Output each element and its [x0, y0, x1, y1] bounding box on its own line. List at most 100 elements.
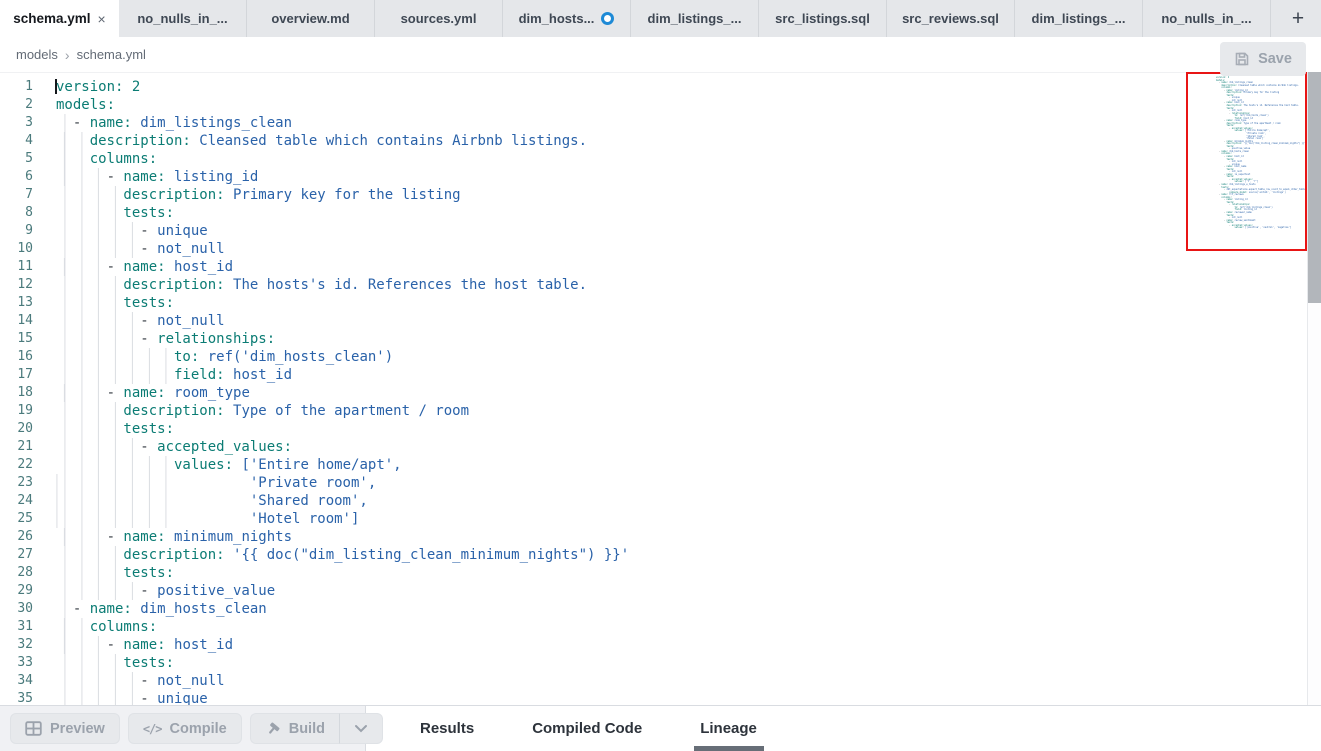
code-line[interactable]: 15- relationships: — [0, 330, 1321, 348]
code-line[interactable]: 11- name: host_id — [0, 258, 1321, 276]
editor-tab[interactable]: src_listings.sql — [759, 0, 887, 37]
code-line[interactable]: 27description: '{{ doc("dim_listing_clea… — [0, 546, 1321, 564]
minimap[interactable]: version: 2models:- name: dim_listings_cl… — [1186, 72, 1307, 251]
code-line[interactable]: 33 tests: — [0, 654, 1321, 672]
code-line[interactable]: 14- not_null — [0, 312, 1321, 330]
build-button[interactable]: Build — [250, 713, 339, 744]
panel-tab-lineage[interactable]: Lineage — [688, 706, 769, 751]
code-line[interactable]: 28tests: — [0, 564, 1321, 582]
code-text: description: Cleansed table which contai… — [56, 132, 587, 150]
yaml-value: The hosts's id. References the host tabl… — [233, 277, 587, 293]
editor-tab[interactable]: no_nulls_in_... — [119, 0, 247, 37]
editor-tab[interactable]: dim_listings_... — [631, 0, 759, 37]
save-button[interactable]: Save — [1220, 42, 1306, 76]
code-line[interactable]: 25'Hotel room'] — [0, 510, 1321, 528]
code-line[interactable]: 23'Private room', — [0, 474, 1321, 492]
code-line[interactable]: 7description: Primary key for the listin… — [0, 186, 1321, 204]
editor-tab[interactable]: no_nulls_in_... — [1143, 0, 1271, 37]
yaml-value: 'Private room', — [250, 475, 376, 491]
breadcrumb-folder[interactable]: models — [16, 47, 58, 62]
tab-label: schema.yml — [13, 11, 90, 26]
chevron-right-icon: › — [65, 47, 70, 63]
code-line[interactable]: 29- positive_value — [0, 582, 1321, 600]
editor-tab[interactable]: schema.yml × — [0, 0, 119, 37]
indent-guides — [56, 330, 140, 348]
yaml-key: description: — [123, 277, 224, 293]
code-line[interactable]: 9- unique — [0, 222, 1321, 240]
code-text: tests: — [56, 204, 174, 222]
indent-space — [182, 474, 249, 492]
scrollbar-thumb[interactable] — [1308, 72, 1321, 303]
compile-button[interactable]: </> Compile — [128, 713, 242, 744]
indent-guides — [56, 186, 123, 204]
yaml-value: unique — [157, 223, 208, 239]
code-line[interactable]: 30- name: dim_hosts_clean — [0, 600, 1321, 618]
indent-guides — [56, 546, 123, 564]
yaml-key: tests: — [123, 655, 174, 671]
yaml-value: host_name — [1234, 165, 1246, 168]
code-line[interactable]: 31columns: — [0, 618, 1321, 636]
line-number: 10 — [0, 240, 33, 258]
yaml-value: not_null — [157, 673, 224, 689]
yaml-value: 'Shared room', — [250, 493, 368, 509]
code-line[interactable]: 13tests: — [0, 294, 1321, 312]
line-number: 6 — [0, 168, 33, 186]
line-number: 9 — [0, 222, 33, 240]
yaml-token: - — [107, 259, 124, 275]
code-line[interactable]: 34- not_null — [0, 672, 1321, 690]
code-line[interactable]: 18- name: room_type — [0, 384, 1321, 402]
editor-scrollbar[interactable] — [1307, 72, 1321, 705]
yaml-key: name: — [123, 385, 165, 401]
yaml-key: name: — [90, 115, 132, 131]
code-editor[interactable]: 1version: 22models:3- name: dim_listings… — [0, 73, 1321, 705]
code-text: version: 2 — [56, 78, 140, 96]
indent-guides — [56, 420, 123, 438]
yaml-token — [166, 259, 174, 275]
yaml-value: Type of the apartment / room — [233, 403, 469, 419]
code-line[interactable]: 10- not_null — [0, 240, 1321, 258]
line-number: 15 — [0, 330, 33, 348]
yaml-key: name: — [90, 601, 132, 617]
new-tab-button[interactable]: + — [1275, 0, 1321, 37]
code-line[interactable]: 21- accepted_values: — [0, 438, 1321, 456]
code-line[interactable]: 4description: Cleansed table which conta… — [0, 132, 1321, 150]
code-line[interactable]: 16to: ref('dim_hosts_clean') — [0, 348, 1321, 366]
code-line[interactable]: 1version: 2 — [0, 78, 1321, 96]
line-number: 33 — [0, 654, 33, 672]
yaml-value: positive_value — [157, 583, 275, 599]
code-line[interactable]: 26- name: minimum_nights — [0, 528, 1321, 546]
close-icon[interactable]: × — [98, 12, 106, 26]
bottom-bar: Preview </> Compile Build — [0, 705, 1321, 751]
code-line[interactable]: 5columns: — [0, 150, 1321, 168]
code-line[interactable]: 22values: ['Entire home/apt', — [0, 456, 1321, 474]
code-line[interactable]: 20tests: — [0, 420, 1321, 438]
code-line[interactable]: 3- name: dim_listings_clean — [0, 114, 1321, 132]
table-grid-icon — [25, 721, 42, 736]
panel-tab-compiled-code[interactable]: Compiled Code — [520, 706, 654, 751]
preview-button[interactable]: Preview — [10, 713, 120, 744]
code-line[interactable]: 2models: — [0, 96, 1321, 114]
code-line[interactable]: 12description: The hosts's id. Reference… — [0, 276, 1321, 294]
yaml-key: values: — [1234, 226, 1243, 229]
editor-tab[interactable]: overview.md — [247, 0, 375, 37]
editor-tab[interactable]: src_reviews.sql — [887, 0, 1015, 37]
editor-tab[interactable]: dim_listings_... — [1015, 0, 1143, 37]
save-icon — [1234, 51, 1250, 67]
code-line[interactable]: 32- name: host_id — [0, 636, 1321, 654]
editor-tab[interactable]: dim_hosts... — [503, 0, 631, 37]
yaml-key: tests: — [123, 295, 174, 311]
code-line[interactable]: 6- name: listing_id — [0, 168, 1321, 186]
yaml-token: - — [73, 601, 90, 617]
code-line[interactable]: 8tests: — [0, 204, 1321, 222]
code-line[interactable]: 24'Shared room', — [0, 492, 1321, 510]
indent-guides — [56, 384, 107, 402]
code-line[interactable]: 19description: Type of the apartment / r… — [0, 402, 1321, 420]
code-line[interactable]: 17field: host_id — [0, 366, 1321, 384]
editor-tab[interactable]: sources.yml — [375, 0, 503, 37]
indent-guides — [56, 600, 73, 618]
line-number: 25 — [0, 510, 33, 528]
yaml-key: tests: — [123, 565, 174, 581]
panel-tab-results[interactable]: Results — [408, 706, 486, 751]
code-line[interactable]: 35- unique — [0, 690, 1321, 705]
indent-guides — [56, 438, 140, 456]
